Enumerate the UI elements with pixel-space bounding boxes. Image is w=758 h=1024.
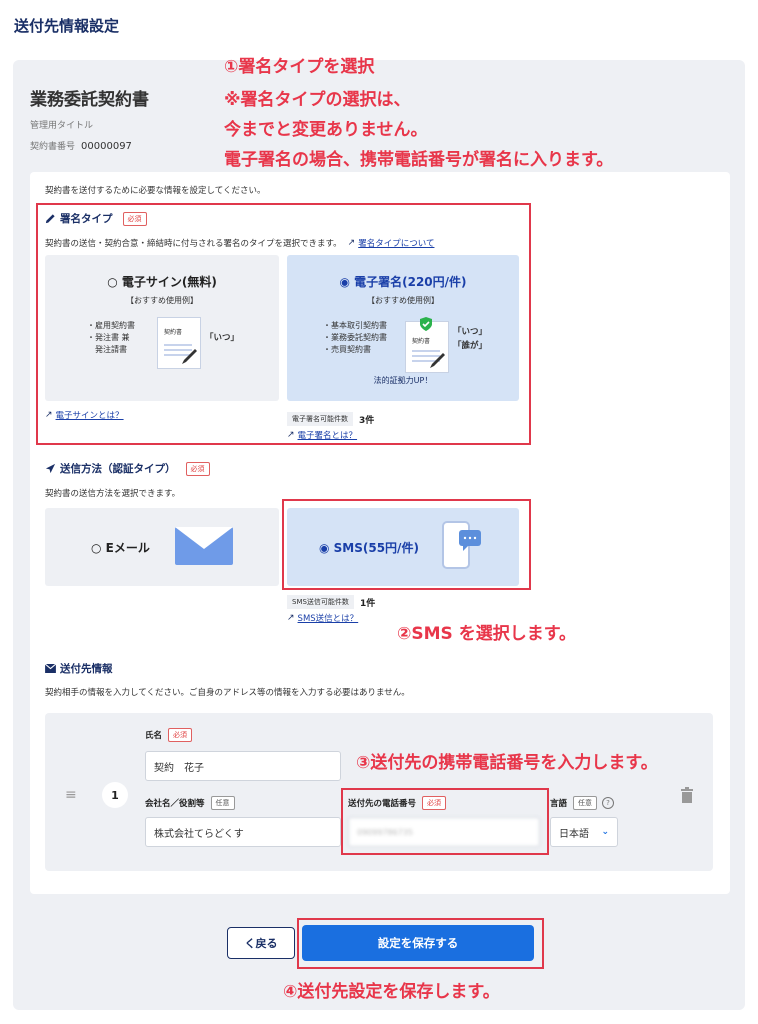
email-option-title: ○ Eメール: [91, 541, 150, 555]
language-select[interactable]: 日本語 ⌄: [550, 817, 618, 847]
recipient-title: 送付先情報: [60, 663, 113, 675]
recipient-desc: 契約相手の情報を入力してください。ご自身のアドレス等の情報を入力する必要はありま…: [45, 688, 410, 698]
annotation-step3: ③送付先の携帯電話番号を入力します。: [356, 753, 658, 773]
annotation-step4: ④送付先設定を保存します。: [283, 982, 500, 1002]
contract-title: 業務委託契約書: [30, 90, 149, 110]
highlight-phone-input: [341, 788, 549, 855]
chevron-down-icon: ⌄: [601, 827, 609, 837]
language-value: 日本語: [559, 828, 589, 840]
sms-stat-label: SMS送信可能件数: [287, 595, 354, 609]
sms-link-row: ↗ SMS送信とは？: [287, 612, 358, 624]
contract-number-label: 契約書番号: [30, 142, 76, 152]
language-label-text: 言語: [550, 799, 568, 809]
company-label-text: 会社名／役割等: [145, 799, 205, 809]
recipient-heading: 送付先情報: [45, 661, 113, 676]
required-badge: 必須: [185, 461, 210, 476]
language-label: 言語 任意 ?: [550, 796, 615, 810]
highlight-sms-option: [282, 499, 531, 590]
highlight-signature-type: [36, 203, 531, 445]
recipient-index: 1: [102, 782, 128, 808]
send-method-desc: 契約書の送信方法を選択できます。: [45, 489, 181, 499]
sms-stat-row: SMS送信可能件数 1件: [287, 595, 375, 609]
back-button[interactable]: く戻る: [227, 927, 295, 959]
contract-number: 契約書番号 00000097: [30, 139, 132, 152]
highlight-save-button: [297, 918, 544, 969]
help-icon[interactable]: ?: [602, 797, 615, 809]
send-method-heading: 送信方法（認証タイプ） 必須: [45, 461, 210, 476]
optional-badge: 任意: [210, 796, 235, 810]
intro-text: 契約書を送付するために必要な情報を設定してください。: [45, 186, 266, 196]
annotation-step1-note1: ※署名タイプの選択は、: [224, 90, 411, 110]
annotation-step2: ②SMS を選択します。: [397, 624, 577, 644]
company-label: 会社名／役割等 任意: [145, 796, 235, 810]
external-link-icon: ↗: [287, 613, 295, 623]
drag-handle-icon[interactable]: ≡: [65, 787, 77, 803]
contract-number-value: 00000097: [81, 141, 132, 152]
envelope-icon: [175, 527, 233, 565]
send-method-title: 送信方法（認証タイプ）: [60, 463, 176, 475]
name-input[interactable]: 契約 花子: [145, 751, 341, 781]
optional-badge: 任意: [573, 796, 598, 810]
page-title: 送付先情報設定: [14, 17, 120, 35]
sms-about-link[interactable]: SMS送信とは？: [298, 612, 359, 624]
trash-icon[interactable]: [680, 787, 694, 803]
send-icon: [45, 463, 56, 474]
send-option-email[interactable]: ○ Eメール: [45, 508, 279, 586]
required-badge: 必須: [168, 728, 193, 742]
mail-icon: [45, 664, 56, 673]
admin-title-label: 管理用タイトル: [30, 121, 94, 131]
company-input[interactable]: 株式会社てらどくす: [145, 817, 341, 847]
name-label-text: 氏名: [145, 731, 163, 741]
sms-stat-value: 1件: [359, 598, 376, 609]
annotation-step1: ①署名タイプを選択: [224, 57, 375, 77]
name-label: 氏名 必須: [145, 728, 193, 742]
annotation-step1-note3: 電子署名の場合、携帯電話番号が署名に入ります。: [224, 150, 614, 170]
annotation-step1-note2: 今までと変更ありません。: [224, 120, 428, 140]
